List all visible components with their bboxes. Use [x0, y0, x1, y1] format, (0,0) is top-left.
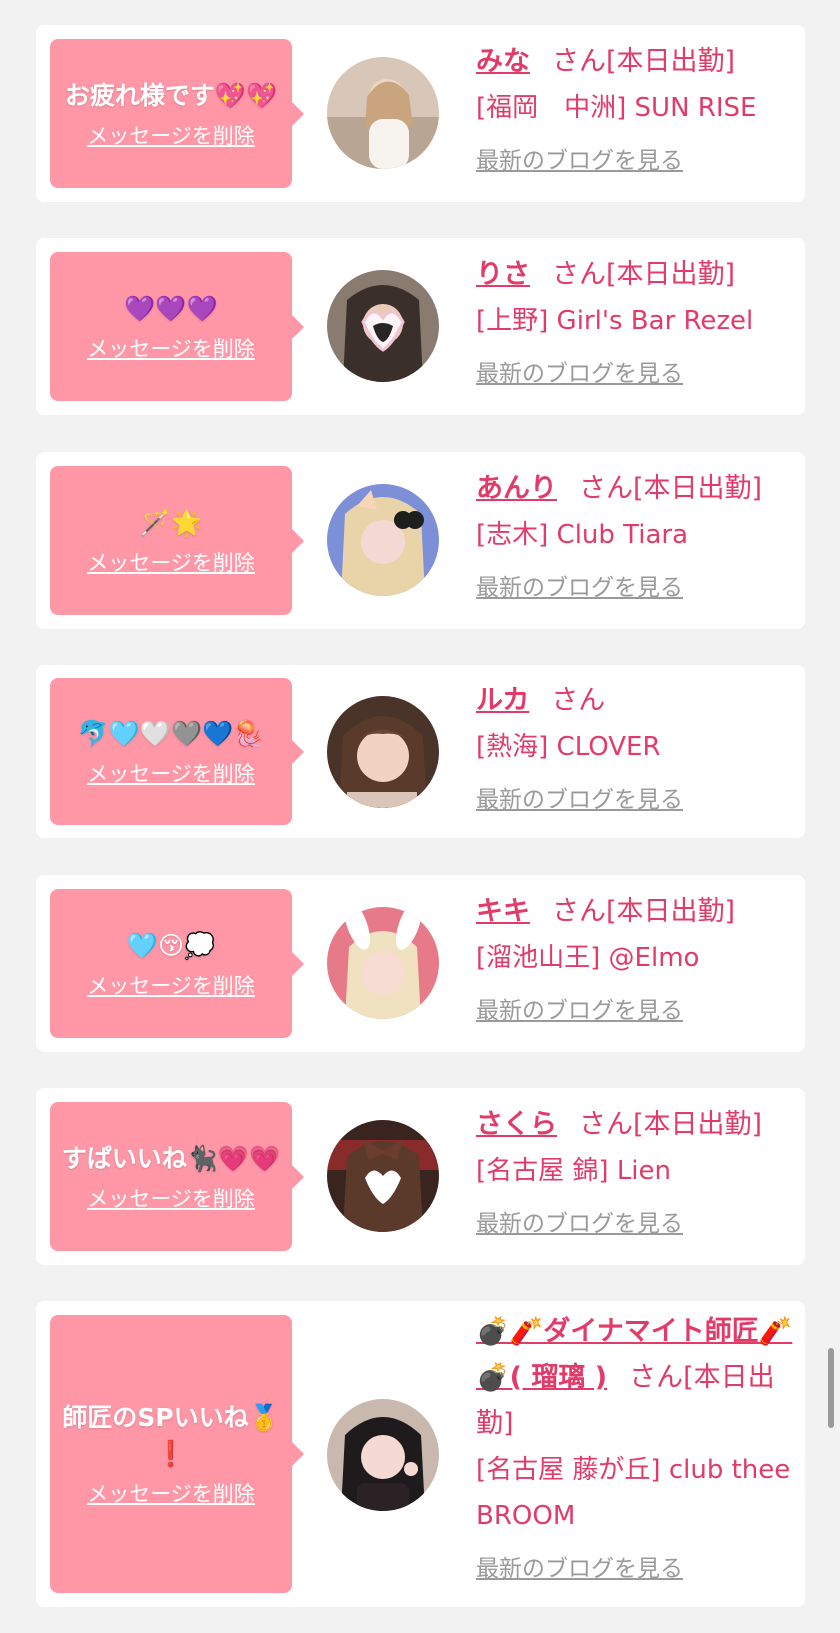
cast-name-link[interactable]: りさ	[476, 259, 530, 290]
cast-name-link[interactable]: あんり	[476, 473, 557, 504]
delete-message-link[interactable]: メッセージを削除	[87, 970, 255, 1000]
shop-name: [福岡 中洲] SUN RISE	[476, 93, 757, 123]
message-bubble: 🐬🩵🤍🩶💙🪼 メッセージを削除	[50, 678, 304, 825]
message-bubble: すぱいいね🐈‍⬛💗💗 メッセージを削除	[50, 1102, 304, 1251]
favorite-card: 🪄🌟 メッセージを削除 あんり さん[本日出勤] [志木] Club Tiara …	[36, 452, 805, 629]
cast-info: あんり さん[本日出勤] [志木] Club Tiara 最新のブログを見る	[476, 466, 794, 602]
latest-blog-link[interactable]: 最新のブログを見る	[476, 1204, 683, 1238]
message-text: お疲れ様です💖💖	[64, 80, 278, 110]
message-text: 💜💜💜	[124, 293, 218, 323]
delete-message-link[interactable]: メッセージを削除	[87, 1183, 255, 1213]
cast-name-link[interactable]: さくら	[476, 1109, 557, 1140]
scrollbar[interactable]	[828, 1348, 834, 1428]
shop-name: [志木] Club Tiara	[476, 520, 689, 550]
delete-message-link[interactable]: メッセージを削除	[87, 758, 255, 788]
delete-message-link[interactable]: メッセージを削除	[87, 120, 255, 150]
message-text: すぱいいね🐈‍⬛💗💗	[61, 1143, 281, 1173]
delete-message-link[interactable]: メッセージを削除	[87, 333, 255, 363]
favorite-card: すぱいいね🐈‍⬛💗💗 メッセージを削除 さくら さん[本日出勤] [名古屋 錦] …	[36, 1088, 805, 1265]
cast-status: さん[本日出勤]	[552, 46, 736, 77]
message-text: 🪄🌟	[139, 507, 203, 537]
shop-name: [上野] Girl's Bar Rezel	[476, 306, 754, 336]
cast-status: さん[本日出勤]	[552, 896, 736, 927]
message-bubble: 🩵😚💭 メッセージを削除	[50, 889, 304, 1038]
cast-status: さん[本日出勤]	[552, 259, 736, 290]
shop-name: [名古屋 錦] Lien	[476, 1156, 672, 1186]
avatar[interactable]	[327, 484, 439, 596]
cast-info: ルカ さん [熱海] CLOVER 最新のブログを見る	[476, 678, 794, 814]
cast-name-link[interactable]: キキ	[476, 896, 530, 927]
latest-blog-link[interactable]: 最新のブログを見る	[476, 1549, 683, 1583]
delete-message-link[interactable]: メッセージを削除	[87, 1478, 255, 1508]
avatar[interactable]	[327, 1399, 439, 1511]
avatar[interactable]	[327, 907, 439, 1019]
favorite-card: 💜💜💜 メッセージを削除 りさ さん[本日出勤] [上野] Girl's Bar …	[36, 238, 805, 415]
message-text: 🩵😚💭	[126, 930, 216, 960]
favorite-card: 師匠のSPいいね🥇❗️ メッセージを削除 💣🧨ダイナマイト師匠🧨💣( 瑠璃 ) さ…	[36, 1301, 805, 1607]
avatar[interactable]	[327, 1120, 439, 1232]
shop-name: [名古屋 藤が丘] club thee BROOM	[476, 1455, 791, 1531]
message-bubble: 💜💜💜 メッセージを削除	[50, 252, 304, 401]
shop-name: [熱海] CLOVER	[476, 732, 661, 762]
delete-message-link[interactable]: メッセージを削除	[87, 547, 255, 577]
latest-blog-link[interactable]: 最新のブログを見る	[476, 991, 683, 1025]
cast-info: 💣🧨ダイナマイト師匠🧨💣( 瑠璃 ) さん[本日出勤] [名古屋 藤が丘] clu…	[476, 1309, 794, 1583]
latest-blog-link[interactable]: 最新のブログを見る	[476, 141, 683, 175]
cast-info: みな さん[本日出勤] [福岡 中洲] SUN RISE 最新のブログを見る	[476, 39, 794, 175]
cast-info: りさ さん[本日出勤] [上野] Girl's Bar Rezel 最新のブログを…	[476, 252, 794, 388]
cast-info: さくら さん[本日出勤] [名古屋 錦] Lien 最新のブログを見る	[476, 1102, 794, 1238]
shop-name: [溜池山王] @Elmo	[476, 943, 700, 973]
avatar[interactable]	[327, 270, 439, 382]
favorite-card: 🩵😚💭 メッセージを削除 キキ さん[本日出勤] [溜池山王] @Elmo 最新の…	[36, 875, 805, 1052]
cast-status: さん	[551, 685, 606, 716]
latest-blog-link[interactable]: 最新のブログを見る	[476, 780, 683, 814]
cast-info: キキ さん[本日出勤] [溜池山王] @Elmo 最新のブログを見る	[476, 889, 794, 1025]
message-bubble: お疲れ様です💖💖 メッセージを削除	[50, 39, 304, 188]
cast-name-link[interactable]: みな	[476, 46, 530, 77]
favorite-card: お疲れ様です💖💖 メッセージを削除 みな さん[本日出勤] [福岡 中洲] SUN…	[36, 25, 805, 202]
latest-blog-link[interactable]: 最新のブログを見る	[476, 354, 683, 388]
cast-name-link[interactable]: ルカ	[476, 685, 529, 716]
avatar[interactable]	[327, 696, 439, 808]
cast-status: さん[本日出勤]	[579, 1109, 763, 1140]
message-text: 🐬🩵🤍🩶💙🪼	[77, 718, 265, 748]
cast-status: さん[本日出勤]	[579, 473, 763, 504]
message-text: 師匠のSPいいね🥇❗️	[62, 1403, 280, 1468]
message-bubble: 師匠のSPいいね🥇❗️ メッセージを削除	[50, 1315, 304, 1593]
favorite-card: 🐬🩵🤍🩶💙🪼 メッセージを削除 ルカ さん [熱海] CLOVER 最新のブログを…	[36, 665, 805, 838]
message-bubble: 🪄🌟 メッセージを削除	[50, 466, 304, 615]
avatar[interactable]	[327, 57, 439, 169]
latest-blog-link[interactable]: 最新のブログを見る	[476, 568, 683, 602]
